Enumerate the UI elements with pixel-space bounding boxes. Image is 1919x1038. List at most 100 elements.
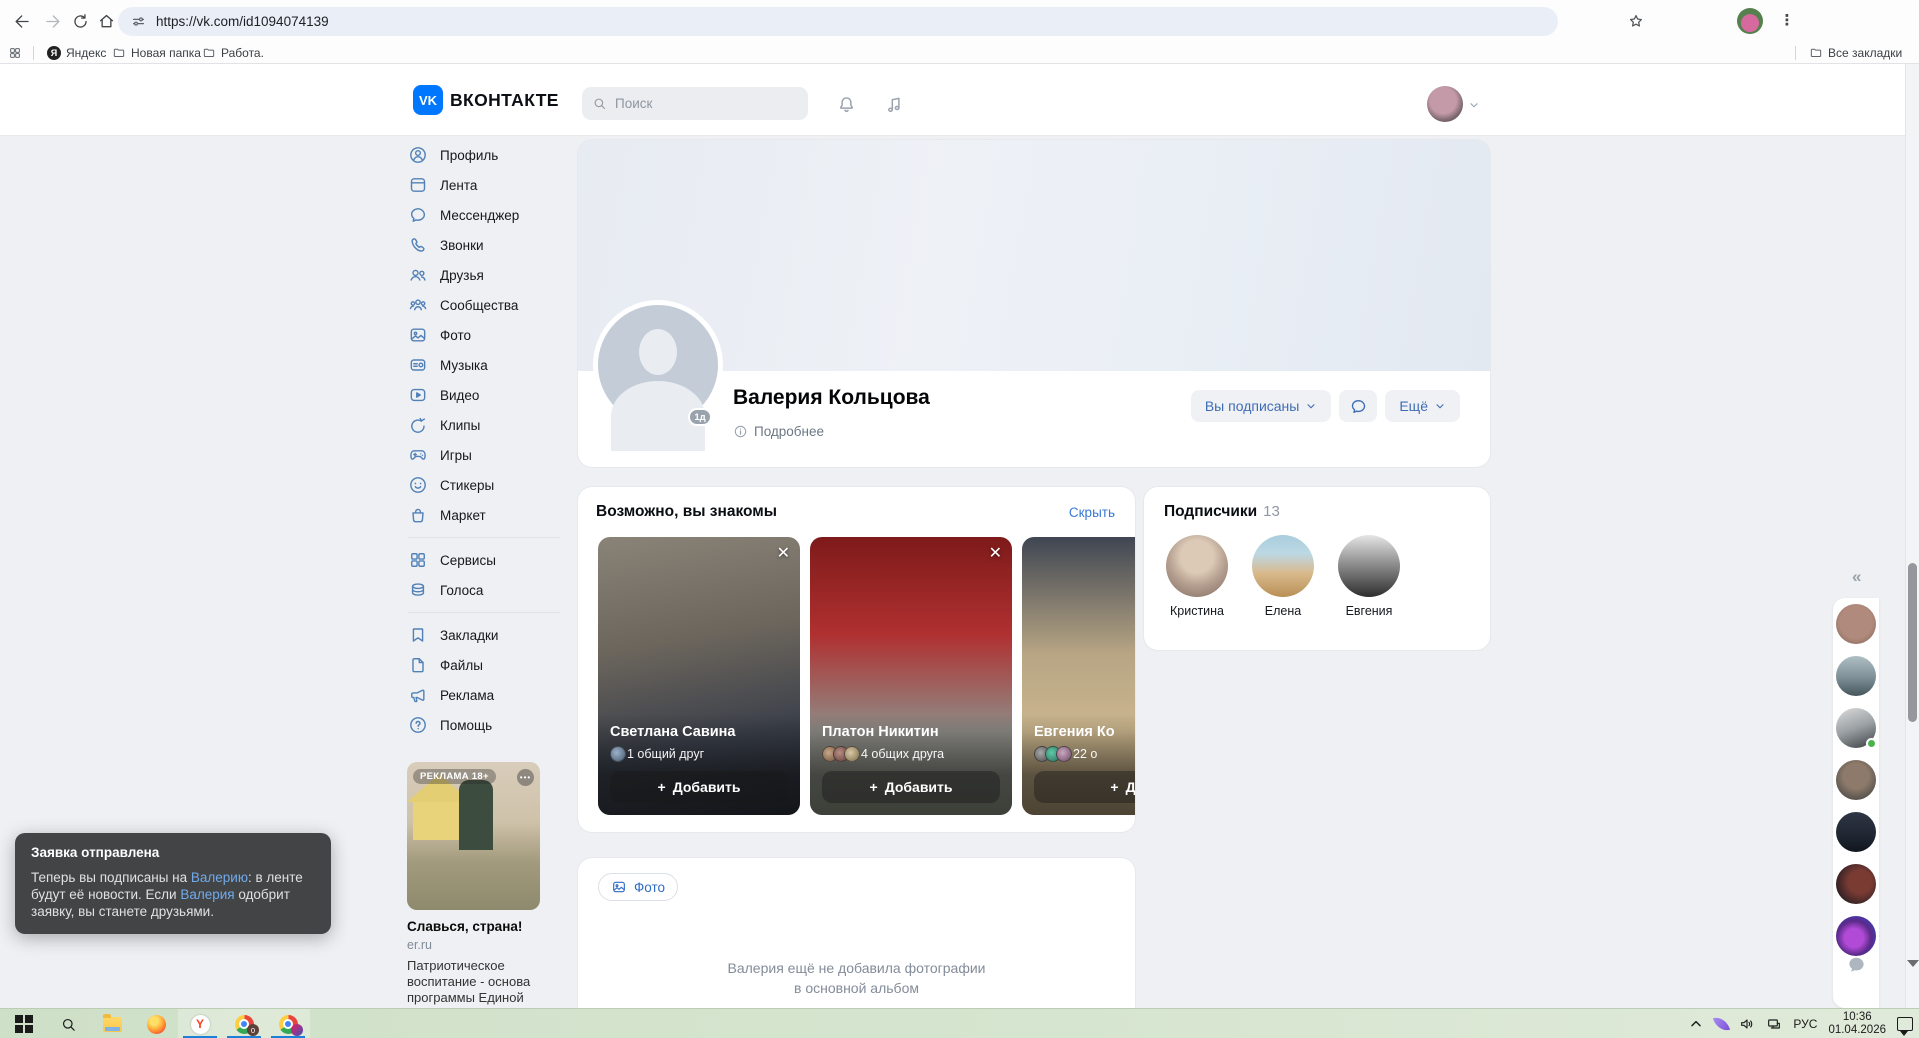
more-button[interactable]: Ещё: [1385, 390, 1460, 422]
yandex-browser-button[interactable]: Y: [178, 1009, 222, 1038]
message-button[interactable]: [1339, 390, 1378, 422]
toast-profile-link[interactable]: Валерию: [191, 870, 248, 885]
subscribed-button[interactable]: Вы подписаны: [1190, 390, 1332, 422]
browser-menu-icon[interactable]: ⋮: [1779, 8, 1795, 34]
suggestion-card[interactable]: ✕ Платон Никитин 4 общих друга + Добавить: [810, 537, 1012, 815]
back-button[interactable]: [10, 9, 34, 33]
apps-grid-icon[interactable]: [8, 46, 22, 60]
ad-image[interactable]: РЕКЛАМА 18+ •••: [407, 762, 540, 910]
suggestion-card[interactable]: ✕ Евгения Ко 22 о +Д: [1022, 537, 1135, 815]
sidebar-item-bookmarks[interactable]: Закладки: [408, 620, 560, 650]
ad-menu-icon[interactable]: •••: [517, 769, 534, 786]
chat-avatar[interactable]: [1836, 760, 1876, 800]
photos-tab-button[interactable]: Фото: [598, 873, 679, 901]
sidebar-item-video[interactable]: Видео: [408, 380, 560, 410]
add-friend-button[interactable]: + Д: [1034, 771, 1135, 803]
action-center-icon[interactable]: [1897, 1017, 1913, 1036]
scrollbar-down-arrow[interactable]: [1907, 960, 1919, 967]
volume-icon[interactable]: [1739, 1016, 1755, 1032]
vk-search[interactable]: [582, 87, 808, 120]
file-explorer-button[interactable]: [90, 1009, 134, 1038]
sidebar-item-profile[interactable]: Профиль: [408, 140, 560, 170]
vk-account-avatar[interactable]: [1427, 86, 1463, 122]
clock[interactable]: 10:36 01.04.2026: [1828, 1011, 1886, 1037]
vk-logo-icon[interactable]: VK: [413, 85, 443, 115]
mutual-friends: 22 о: [1034, 746, 1135, 762]
hide-link[interactable]: Скрыть: [1069, 505, 1115, 520]
avatar[interactable]: [1252, 535, 1314, 597]
ad-domain[interactable]: er.ru: [407, 938, 547, 952]
sidebar-item-calls[interactable]: Звонки: [408, 230, 560, 260]
messenger-bubble-icon[interactable]: [1847, 955, 1866, 974]
sidebar-item-friends[interactable]: Друзья: [408, 260, 560, 290]
vk-wordmark[interactable]: ВКОНТАКТЕ: [450, 90, 559, 111]
avatar[interactable]: [1166, 535, 1228, 597]
add-friend-button[interactable]: + Добавить: [822, 771, 1000, 803]
sidebar-item-votes[interactable]: Голоса: [408, 575, 560, 605]
close-icon[interactable]: ✕: [989, 543, 1002, 563]
chevron-down-icon[interactable]: [1468, 99, 1480, 111]
refresh-button[interactable]: [68, 9, 92, 33]
network-icon[interactable]: [1766, 1016, 1782, 1032]
avatar[interactable]: [1338, 535, 1400, 597]
chat-avatar[interactable]: [1836, 656, 1876, 696]
page-scrollbar[interactable]: [1905, 64, 1919, 1008]
sidebar-item-services[interactable]: Сервисы: [408, 545, 560, 575]
chat-avatar[interactable]: [1836, 708, 1877, 749]
sidebar-item-messenger[interactable]: Мессенджер: [408, 200, 560, 230]
follower-item[interactable]: Кристина: [1162, 535, 1232, 618]
chat-avatar[interactable]: [1836, 812, 1876, 852]
chrome-button[interactable]: 0: [222, 1009, 266, 1038]
notifications-bell-icon[interactable]: [836, 94, 857, 115]
firefox-button[interactable]: [134, 1009, 178, 1038]
profile-details-link[interactable]: Подробнее: [733, 424, 824, 439]
bookmark-yandex[interactable]: Я Яндекс: [47, 42, 106, 64]
sidebar-item-communities[interactable]: Сообщества: [408, 290, 560, 320]
sidebar-item-photos[interactable]: Фото: [408, 320, 560, 350]
sidebar-item-stickers[interactable]: Стикеры: [408, 470, 560, 500]
chrome-profile2-button[interactable]: [266, 1009, 310, 1038]
taskbar-icons: Y 0: [2, 1009, 310, 1038]
profile-actions: Вы подписаны Ещё: [1190, 390, 1460, 422]
bookmark-star-icon[interactable]: [1624, 9, 1648, 33]
collapse-strip-icon[interactable]: «: [1852, 567, 1861, 587]
chat-avatar[interactable]: [1836, 916, 1876, 956]
toast-notification: Заявка отправлена Теперь вы подписаны на…: [15, 833, 331, 934]
tray-chevron-up-icon[interactable]: [1688, 1016, 1704, 1032]
toast-profile-link[interactable]: Валерия: [180, 887, 234, 902]
follower-item[interactable]: Елена: [1248, 535, 1318, 618]
sidebar-item-market[interactable]: Маркет: [408, 500, 560, 530]
scrollbar-thumb[interactable]: [1908, 563, 1917, 722]
close-icon[interactable]: ✕: [777, 543, 790, 563]
music-icon[interactable]: [884, 94, 905, 115]
chat-avatar[interactable]: [1836, 604, 1876, 644]
language-indicator[interactable]: РУС: [1793, 1017, 1817, 1031]
follower-item[interactable]: Евгения: [1334, 535, 1404, 618]
address-bar[interactable]: https://vk.com/id1094074139: [118, 7, 1558, 36]
sidebar-item-ads[interactable]: Реклама: [408, 680, 560, 710]
start-button[interactable]: [2, 1009, 46, 1038]
bookmark-folder-new[interactable]: Новая папка: [112, 42, 201, 64]
chat-avatar[interactable]: [1836, 864, 1876, 904]
add-friend-button[interactable]: + Добавить: [610, 771, 788, 803]
sidebar-item-files[interactable]: Файлы: [408, 650, 560, 680]
home-button[interactable]: [94, 9, 118, 33]
suggestion-card[interactable]: ✕ Светлана Савина 1 общий друг + Добавить: [598, 537, 800, 815]
sidebar-item-feed[interactable]: Лента: [408, 170, 560, 200]
forward-button[interactable]: [40, 9, 64, 33]
sidebar-item-help[interactable]: Помощь: [408, 710, 560, 740]
sidebar-item-clips[interactable]: Клипы: [408, 410, 560, 440]
all-bookmarks-button[interactable]: Все закладки: [1809, 42, 1902, 64]
ad-image-shape: [459, 780, 493, 850]
bookmark-folder-work[interactable]: Работа.: [202, 42, 264, 64]
search-input[interactable]: [615, 96, 785, 111]
sidebar-item-games[interactable]: Игры: [408, 440, 560, 470]
sidebar-ad[interactable]: РЕКЛАМА 18+ ••• Славься, страна! er.ru П…: [407, 762, 547, 1006]
feather-app-icon[interactable]: [1713, 1014, 1731, 1034]
ad-title[interactable]: Славься, страна!: [407, 919, 547, 934]
browser-profile-avatar[interactable]: [1737, 8, 1763, 34]
sidebar-item-music[interactable]: Музыка: [408, 350, 560, 380]
taskbar-search-button[interactable]: [46, 1009, 90, 1038]
suggestion-info: Евгения Ко 22 о + Д: [1022, 714, 1135, 815]
explorer-icon: [102, 1013, 122, 1032]
